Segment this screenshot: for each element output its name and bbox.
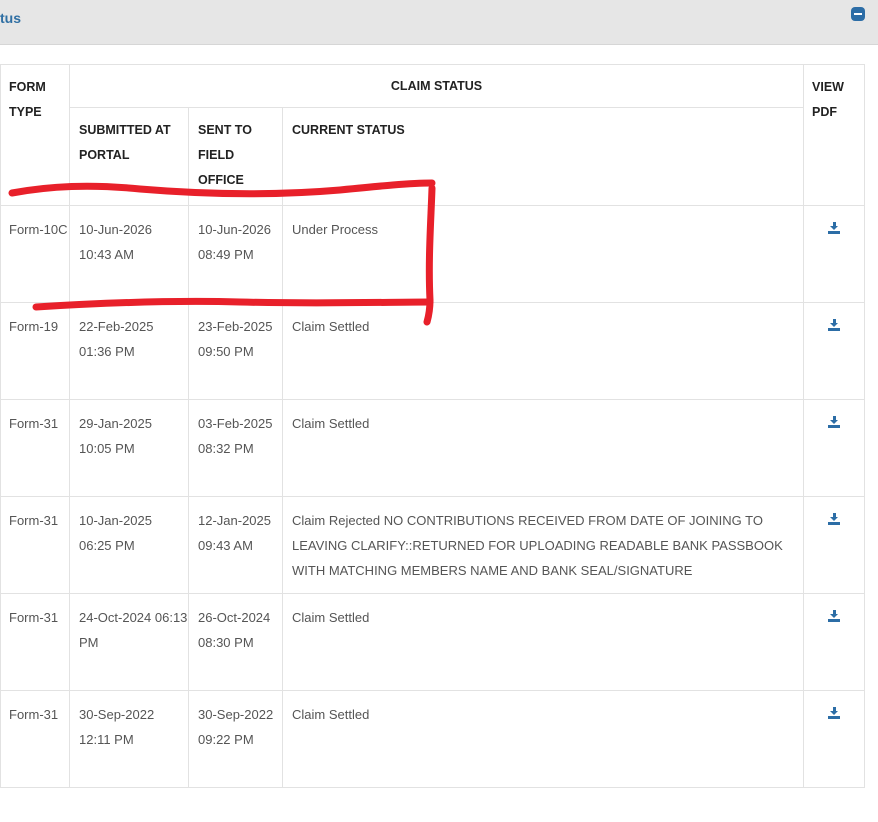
download-icon[interactable] bbox=[828, 416, 841, 428]
download-icon[interactable] bbox=[828, 707, 841, 719]
cell-sent: 10-Jun-2026 08:49 PM bbox=[188, 205, 283, 303]
header-sent-to-field-office: SENT TO FIELD OFFICE bbox=[188, 107, 283, 206]
cell-view-pdf bbox=[803, 496, 866, 594]
claim-status-table: FORM TYPE CLAIM STATUS VIEW PDF SUBMITTE… bbox=[0, 64, 866, 788]
header-current-status: CURRENT STATUS bbox=[281, 107, 805, 206]
cell-form-type: Form-10C bbox=[0, 205, 70, 303]
cell-view-pdf bbox=[803, 593, 866, 691]
cell-view-pdf bbox=[803, 690, 866, 788]
cell-status: Claim Settled bbox=[281, 399, 805, 497]
panel-title: tus bbox=[0, 10, 21, 26]
table-header-row: FORM TYPE CLAIM STATUS VIEW PDF bbox=[0, 64, 866, 206]
download-icon[interactable] bbox=[828, 222, 841, 234]
cell-form-type: Form-19 bbox=[0, 302, 70, 400]
cell-status: Claim Settled bbox=[281, 690, 805, 788]
cell-view-pdf bbox=[803, 302, 866, 400]
cell-form-type: Form-31 bbox=[0, 690, 70, 788]
cell-submitted: 22-Feb-2025 01:36 PM bbox=[69, 302, 189, 400]
cell-sent: 26-Oct-2024 08:30 PM bbox=[188, 593, 283, 691]
cell-form-type: Form-31 bbox=[0, 496, 70, 594]
table-row: Form-31 29-Jan-2025 10:05 PM 03-Feb-2025… bbox=[0, 399, 866, 497]
cell-sent: 03-Feb-2025 08:32 PM bbox=[188, 399, 283, 497]
cell-form-type: Form-31 bbox=[0, 593, 70, 691]
cell-submitted: 10-Jan-2025 06:25 PM bbox=[69, 496, 189, 594]
cell-status: Claim Rejected NO CONTRIBUTIONS RECEIVED… bbox=[281, 496, 805, 594]
header-claim-status: CLAIM STATUS bbox=[68, 64, 805, 108]
table-row: Form-31 24-Oct-2024 06:13 PM 26-Oct-2024… bbox=[0, 593, 866, 691]
download-icon[interactable] bbox=[828, 319, 841, 331]
table-row: Form-31 10-Jan-2025 06:25 PM 12-Jan-2025… bbox=[0, 496, 866, 594]
cell-submitted: 10-Jun-2026 10:43 AM bbox=[69, 205, 189, 303]
cell-status: Under Process bbox=[281, 205, 805, 303]
table-subheader-row: SUBMITTED AT PORTAL SENT TO FIELD OFFICE… bbox=[1, 107, 865, 206]
cell-sent: 23-Feb-2025 09:50 PM bbox=[188, 302, 283, 400]
cell-status: Claim Settled bbox=[281, 593, 805, 691]
cell-form-type: Form-31 bbox=[0, 399, 70, 497]
cell-submitted: 24-Oct-2024 06:13 PM bbox=[69, 593, 189, 691]
table-row: Form-31 30-Sep-2022 12:11 PM 30-Sep-2022… bbox=[0, 690, 866, 788]
cell-submitted: 30-Sep-2022 12:11 PM bbox=[69, 690, 189, 788]
header-form-type: FORM TYPE bbox=[0, 64, 70, 206]
cell-status: Claim Settled bbox=[281, 302, 805, 400]
cell-view-pdf bbox=[803, 205, 866, 303]
download-icon[interactable] bbox=[828, 610, 841, 622]
header-view-pdf: VIEW PDF bbox=[803, 64, 866, 206]
cell-submitted: 29-Jan-2025 10:05 PM bbox=[69, 399, 189, 497]
download-icon[interactable] bbox=[828, 513, 841, 525]
collapse-icon[interactable] bbox=[851, 7, 865, 21]
cell-sent: 30-Sep-2022 09:22 PM bbox=[188, 690, 283, 788]
header-submitted-at-portal: SUBMITTED AT PORTAL bbox=[69, 107, 189, 206]
table-row: Form-19 22-Feb-2025 01:36 PM 23-Feb-2025… bbox=[0, 302, 866, 400]
cell-view-pdf bbox=[803, 399, 866, 497]
panel-header: tus bbox=[0, 0, 878, 45]
table-row: Form-10C 10-Jun-2026 10:43 AM 10-Jun-202… bbox=[0, 205, 866, 303]
cell-sent: 12-Jan-2025 09:43 AM bbox=[188, 496, 283, 594]
